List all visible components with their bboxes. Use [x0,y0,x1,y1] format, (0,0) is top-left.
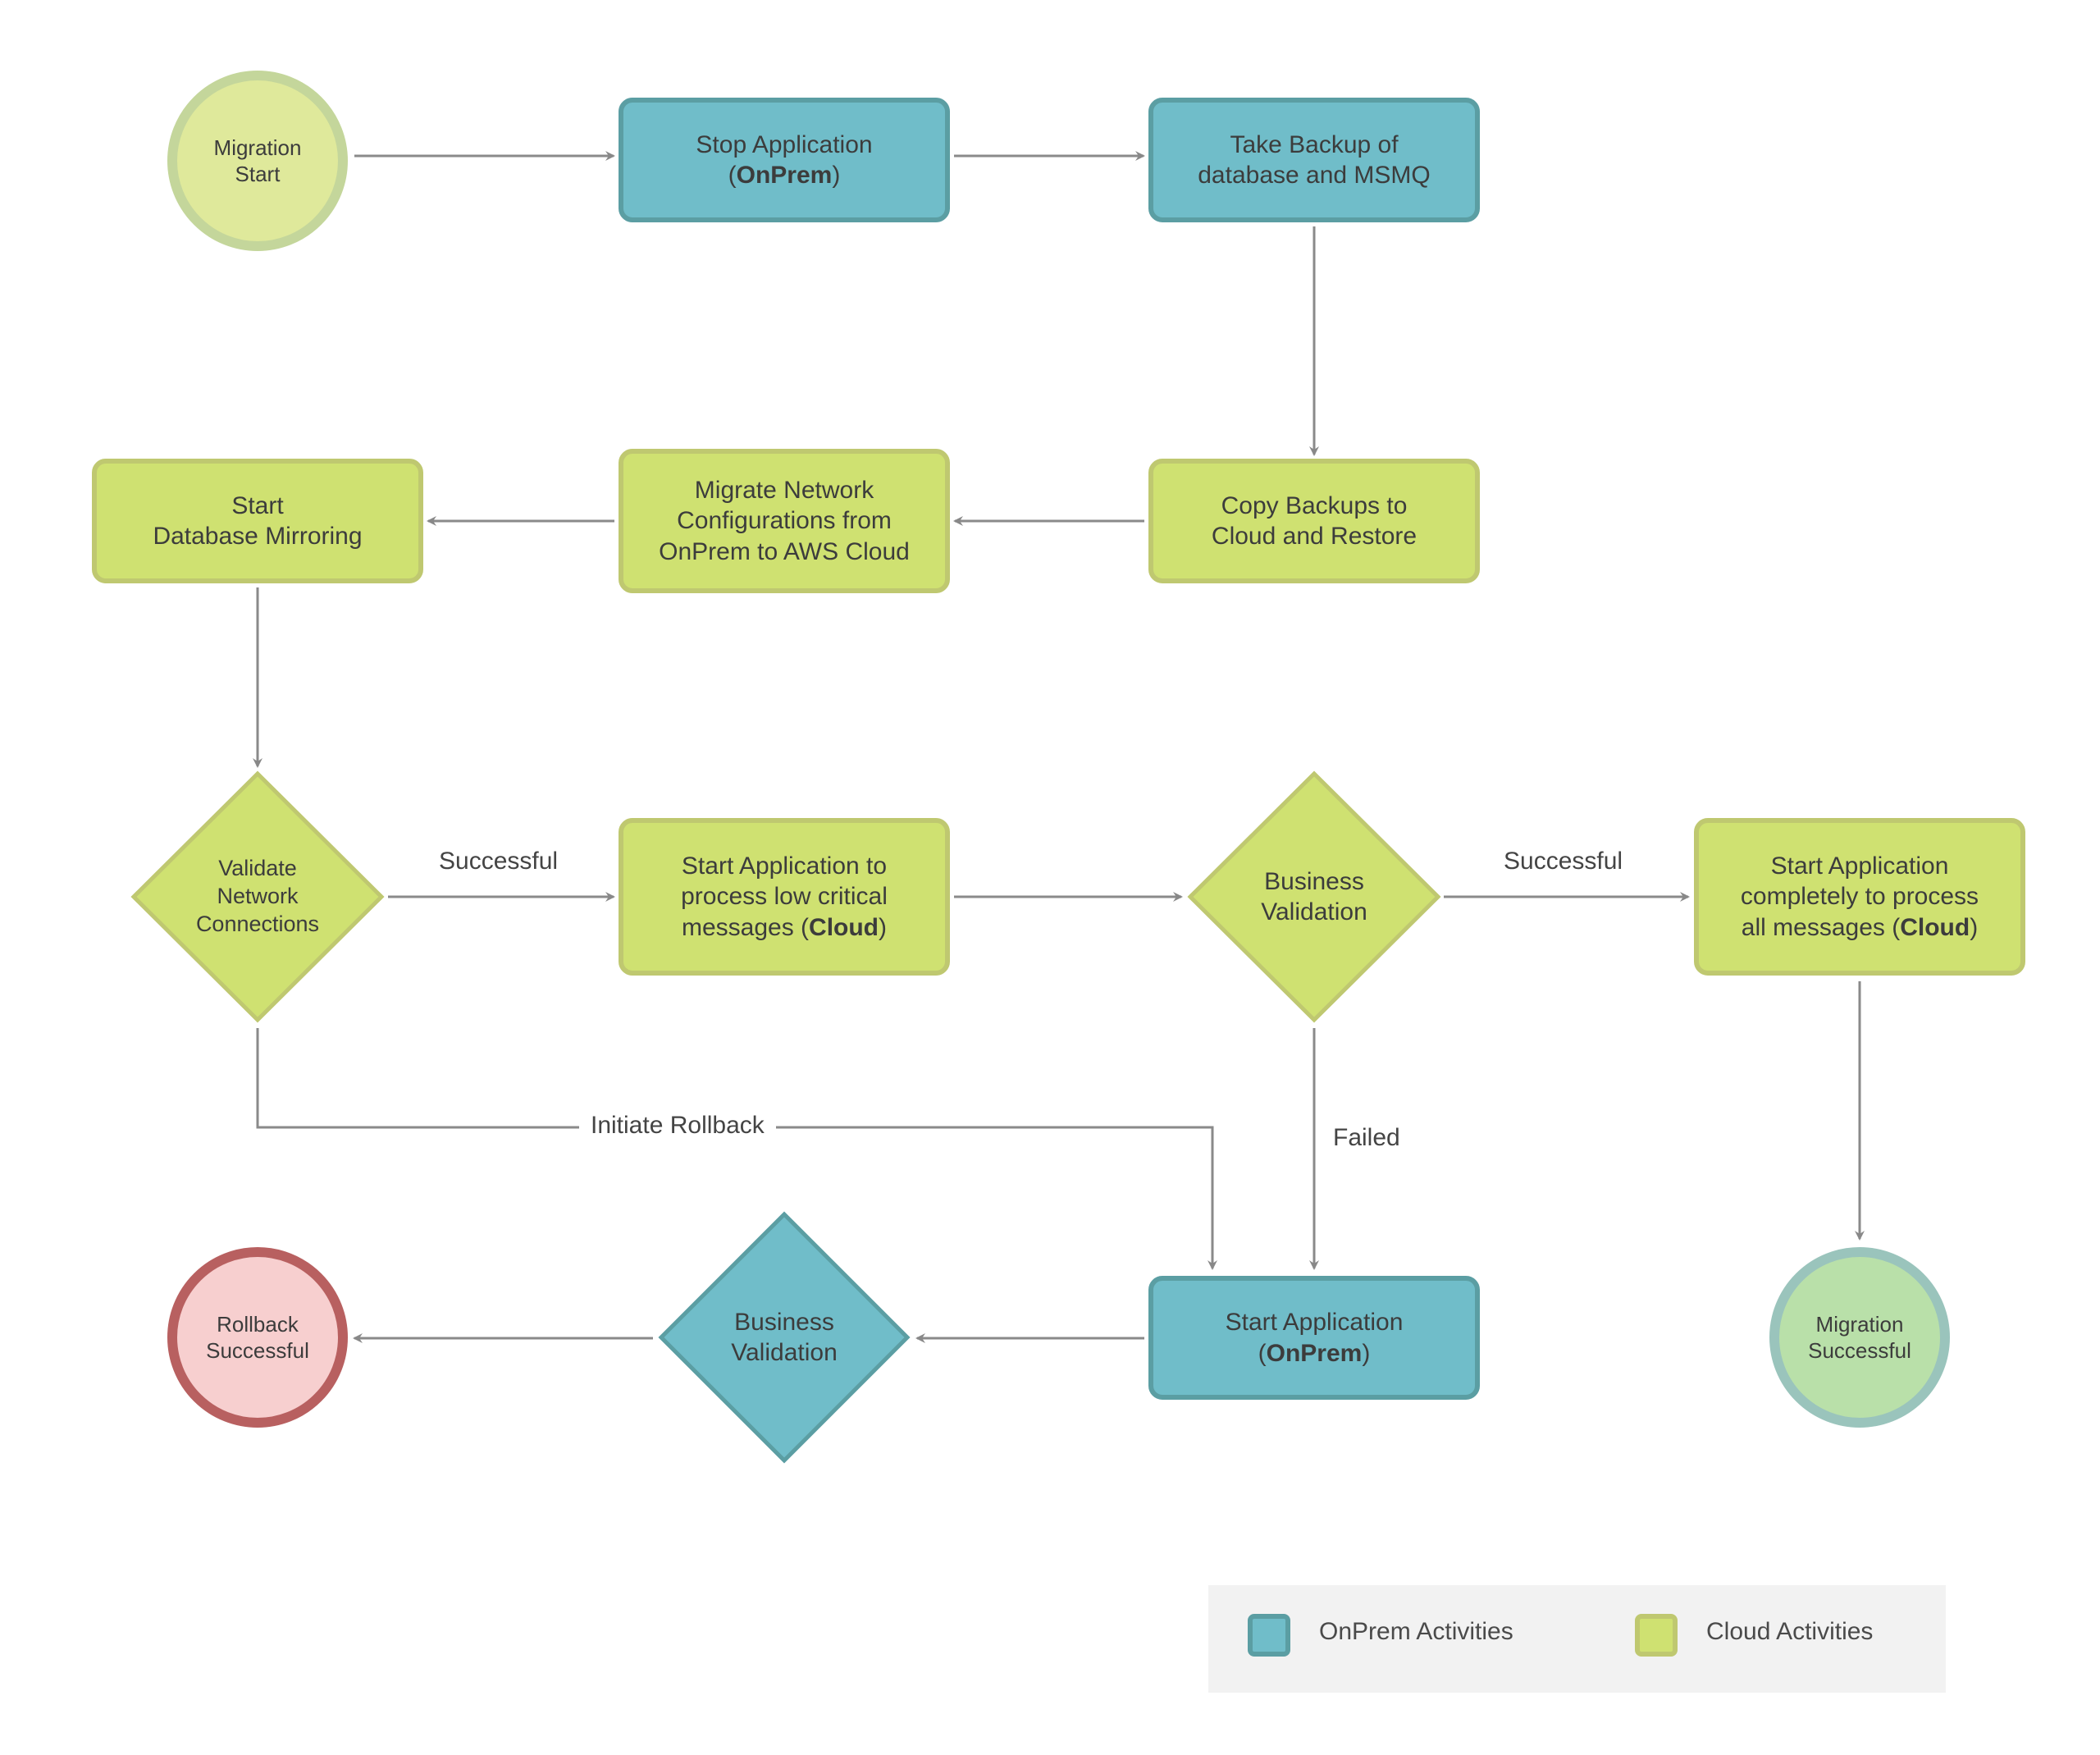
legend: OnPrem Activities Cloud Activities [1208,1585,1946,1693]
legend-onprem-label: OnPrem Activities [1319,1618,1513,1645]
start-app-all-label: Start Application completely to process … [1740,852,1979,941]
edge-initiate-rollback [256,1028,1217,1270]
business-validation-cloud-label: Business Validation [1261,867,1367,926]
rollback-successful-label: Rollback Successful [206,1311,309,1364]
legend-cloud-swatch [1635,1614,1678,1657]
start-app-onprem-label: Start Application (OnPrem) [1225,1309,1404,1367]
migration-successful-label: Migration Successful [1808,1311,1911,1364]
start-app-low-label: Start Application to process low critica… [681,852,888,941]
edge-label-successful-business: Successful [1504,848,1623,875]
start-mirroring-label: Start Database Mirroring [153,491,363,551]
stop-application-label: Stop Application (OnPrem) [696,130,873,190]
edge-label-initiate-rollback: Initiate Rollback [579,1112,776,1140]
legend-onprem-swatch [1248,1614,1290,1657]
validate-network-label: Validate Network Connections [195,856,320,936]
migration-start-label: Migration Start [213,135,302,187]
edge-label-successful-validate: Successful [439,848,559,875]
copy-backups-label: Copy Backups to Cloud and Restore [1211,491,1418,551]
migrate-network-label: Migrate Network Configurations from OnPr… [659,476,910,565]
business-validation-onprem-label: Business Validation [731,1308,838,1367]
legend-cloud-label: Cloud Activities [1706,1618,1874,1645]
take-backup-label: Take Backup of database and MSMQ [1198,130,1431,190]
edge-label-failed: Failed [1333,1124,1400,1152]
